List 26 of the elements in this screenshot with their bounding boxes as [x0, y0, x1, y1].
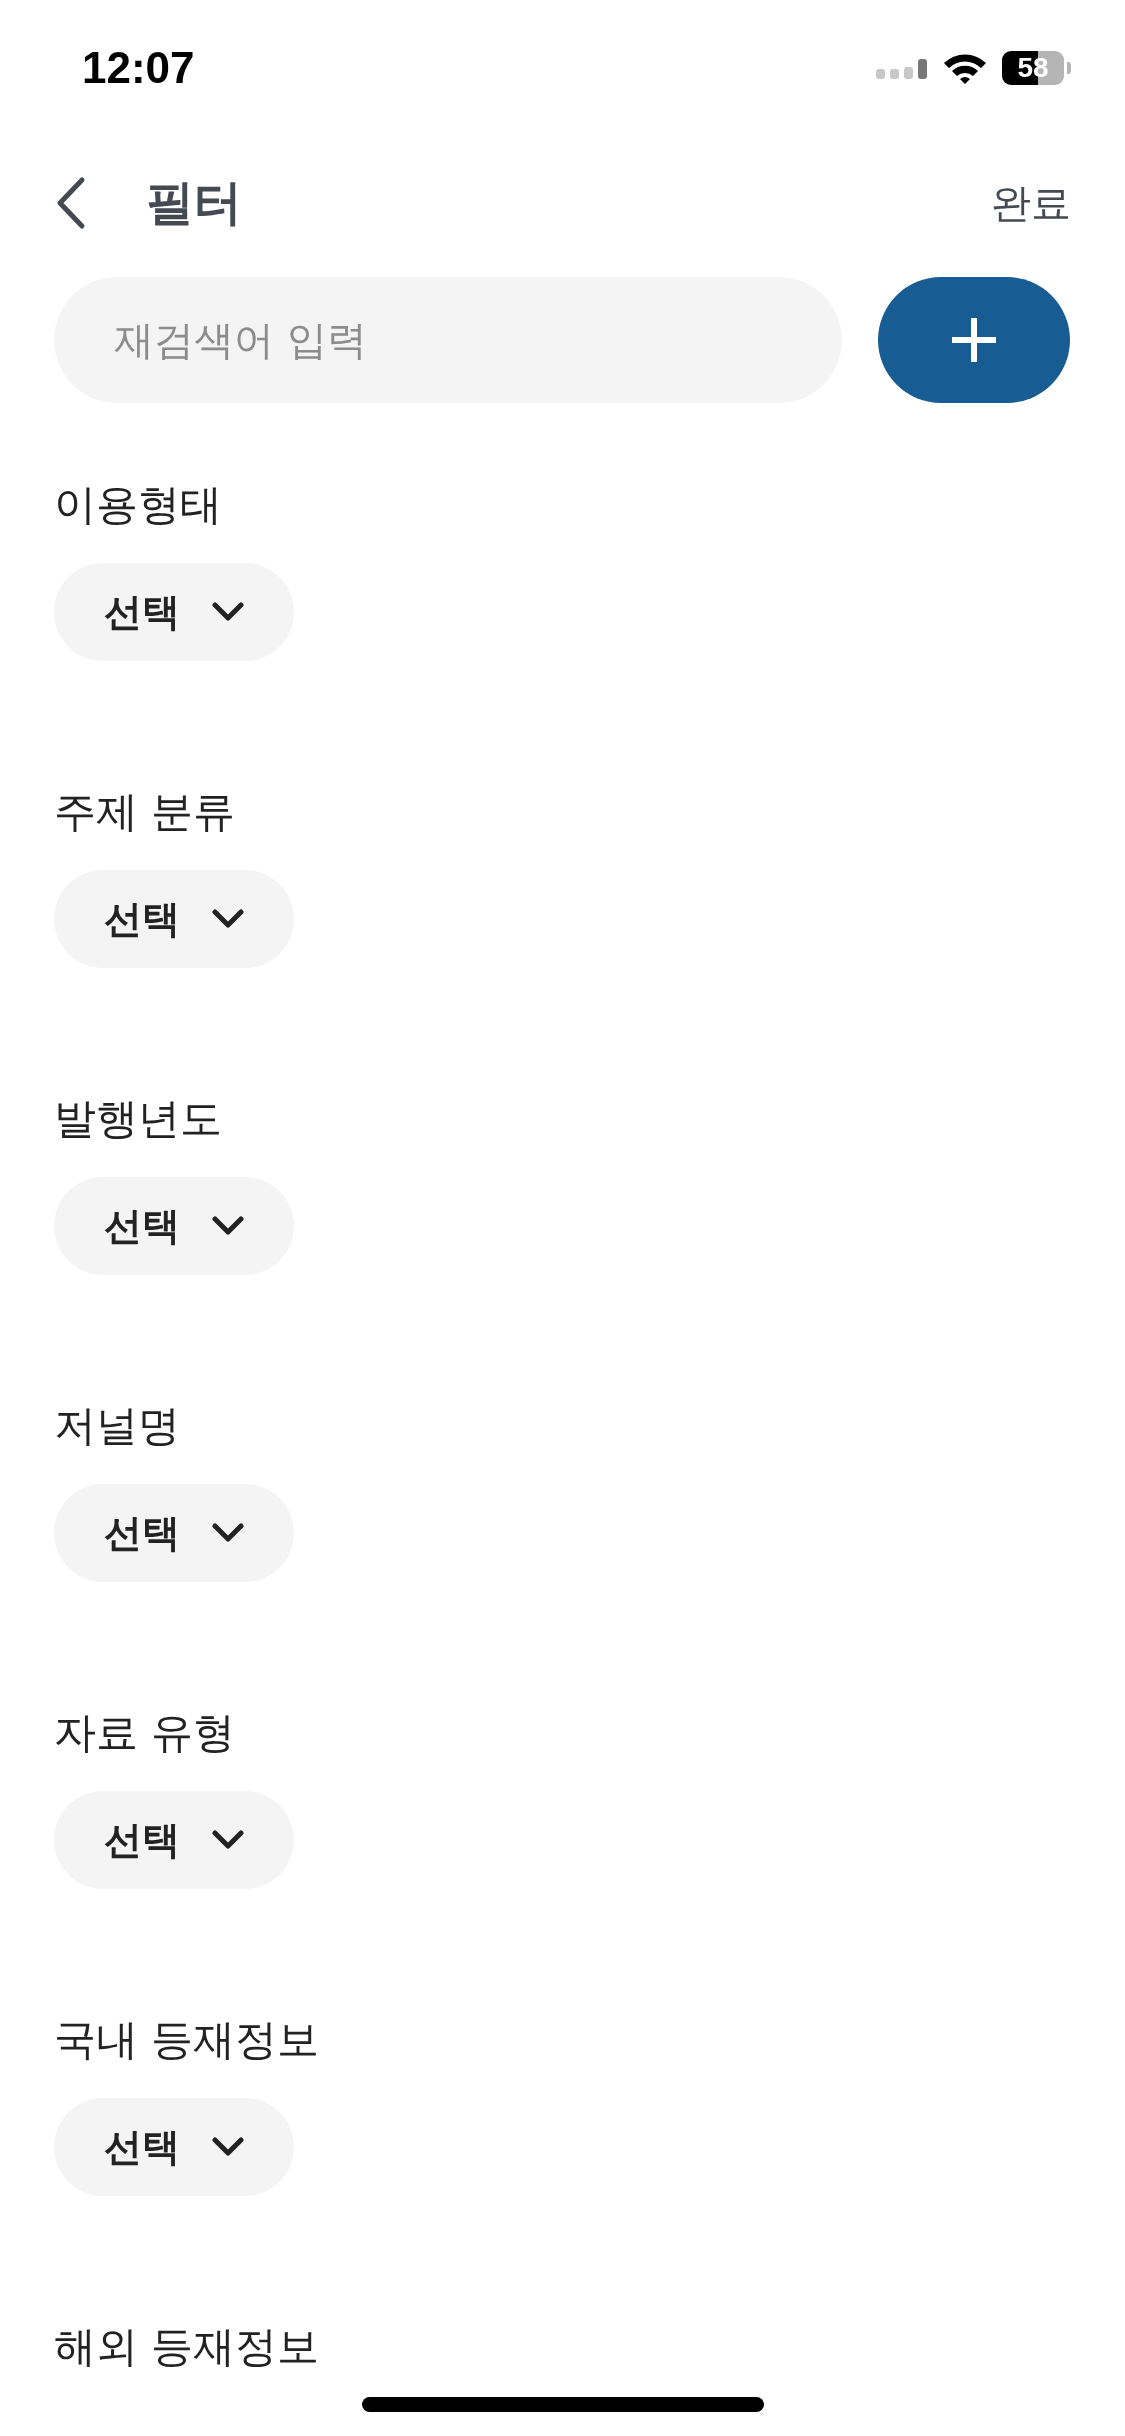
- chevron-down-icon: [212, 1216, 244, 1236]
- select-dropdown[interactable]: 선택: [54, 1791, 294, 1889]
- filter-label: 저널명: [54, 1400, 180, 1452]
- filter-label: 국내 등재정보: [54, 2014, 320, 2066]
- filter-label: 발행년도: [54, 1093, 222, 1145]
- chevron-down-icon: [212, 909, 244, 929]
- done-button[interactable]: 완료: [991, 175, 1071, 231]
- chevron-down-icon: [212, 1523, 244, 1543]
- status-time: 12:07: [82, 43, 195, 93]
- filter-label: 이용형태: [54, 479, 222, 531]
- select-dropdown[interactable]: 선택: [54, 1177, 294, 1275]
- page-title: 필터: [146, 173, 243, 232]
- chevron-down-icon: [212, 1830, 244, 1850]
- select-dropdown[interactable]: 선택: [54, 1484, 294, 1582]
- chevron-down-icon: [212, 602, 244, 622]
- filter-label: 주제 분류: [54, 786, 236, 838]
- signal-icon: [876, 57, 928, 79]
- select-dropdown[interactable]: 선택: [54, 2098, 294, 2196]
- search-field[interactable]: 재검색어 입력: [54, 277, 842, 403]
- select-dropdown[interactable]: 선택: [54, 870, 294, 968]
- wifi-icon: [942, 51, 988, 85]
- select-dropdown[interactable]: 선택: [54, 563, 294, 661]
- filter-label: 해외 등재정보: [54, 2321, 320, 2373]
- plus-icon: [950, 316, 998, 364]
- filter-label: 자료 유형: [54, 1707, 236, 1759]
- chevron-down-icon: [212, 2137, 244, 2157]
